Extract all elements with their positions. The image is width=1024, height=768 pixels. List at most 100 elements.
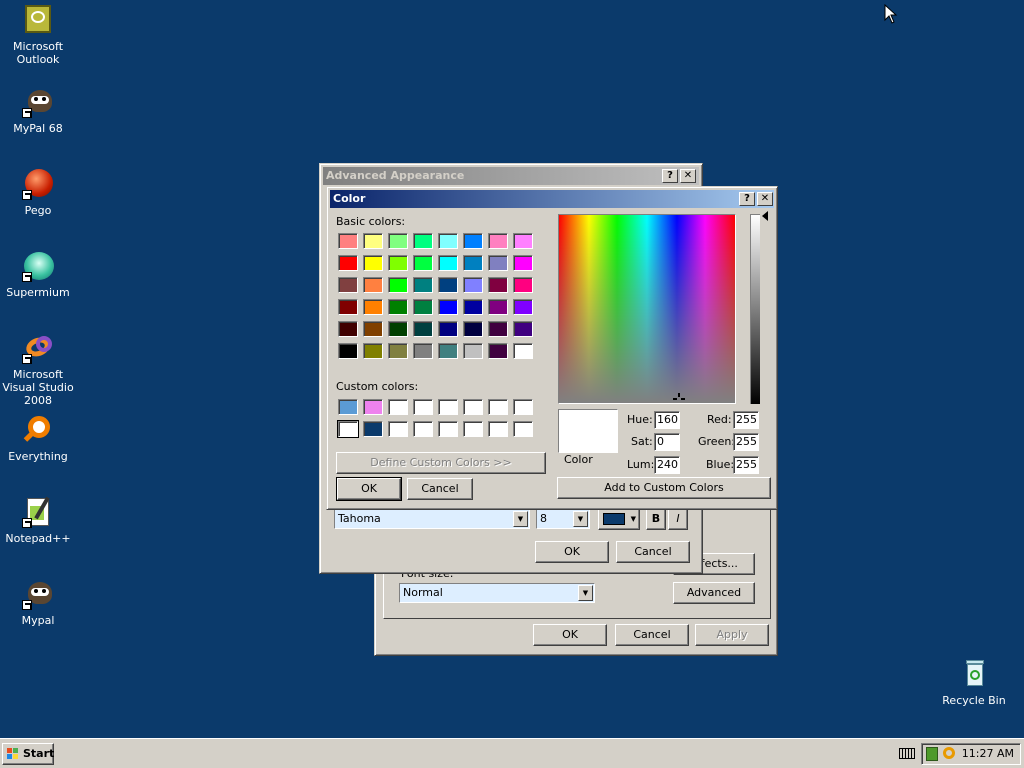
keyboard-icon[interactable] xyxy=(899,748,915,759)
basic-color-swatch[interactable] xyxy=(338,233,358,249)
basic-color-swatch[interactable] xyxy=(413,343,433,359)
desktop-icon-supermium[interactable]: Supermium xyxy=(0,250,76,299)
basic-color-swatch[interactable] xyxy=(488,343,508,359)
basic-color-swatch[interactable] xyxy=(363,255,383,271)
desktop-icon-notepadpp[interactable]: Notepad++ xyxy=(0,496,76,545)
bold-button[interactable]: B xyxy=(646,508,666,530)
desktop-icon-visual-studio[interactable]: Microsoft Visual Studio 2008 xyxy=(0,332,76,407)
apply-button[interactable]: Apply xyxy=(695,624,769,646)
desktop-icon-recycle-bin[interactable]: Recycle Bin xyxy=(936,658,1012,707)
basic-color-swatch[interactable] xyxy=(463,321,483,337)
ok-button[interactable]: OK xyxy=(336,477,402,501)
basic-color-swatch[interactable] xyxy=(488,233,508,249)
custom-color-swatch[interactable] xyxy=(363,421,383,437)
basic-color-swatch[interactable] xyxy=(338,277,358,293)
basic-color-swatch[interactable] xyxy=(513,299,533,315)
basic-color-swatch[interactable] xyxy=(388,277,408,293)
hue-field[interactable]: 160 xyxy=(654,411,680,429)
basic-color-swatch[interactable] xyxy=(438,233,458,249)
help-button[interactable]: ? xyxy=(662,169,678,183)
basic-color-swatch[interactable] xyxy=(438,277,458,293)
basic-color-swatch[interactable] xyxy=(513,233,533,249)
basic-color-swatch[interactable] xyxy=(413,255,433,271)
desktop-icon-mypal68[interactable]: MyPal 68 xyxy=(0,86,76,135)
basic-color-swatch[interactable] xyxy=(513,255,533,271)
desktop-icon-pego[interactable]: Pego xyxy=(0,168,76,217)
custom-color-swatch[interactable] xyxy=(413,421,433,437)
clock[interactable]: 11:27 AM xyxy=(962,747,1014,760)
sat-field[interactable]: 0 xyxy=(654,433,680,451)
basic-color-swatch[interactable] xyxy=(338,255,358,271)
font-color-button[interactable]: ▼ xyxy=(598,508,640,530)
basic-color-swatch[interactable] xyxy=(463,255,483,271)
custom-color-swatch[interactable] xyxy=(513,421,533,437)
close-icon[interactable]: ✕ xyxy=(757,192,773,206)
basic-color-swatch[interactable] xyxy=(413,321,433,337)
start-button[interactable]: Start xyxy=(2,743,54,765)
cancel-button[interactable]: Cancel xyxy=(616,541,690,563)
basic-color-swatch[interactable] xyxy=(488,321,508,337)
search-tray-icon[interactable] xyxy=(943,747,955,759)
basic-color-swatch[interactable] xyxy=(388,255,408,271)
item-font-size-select[interactable]: 8 ▼ xyxy=(536,509,590,529)
ok-button[interactable]: OK xyxy=(533,624,607,646)
font-size-select[interactable]: Normal ▼ xyxy=(399,583,595,603)
custom-color-swatch[interactable] xyxy=(488,421,508,437)
custom-color-swatch[interactable] xyxy=(513,399,533,415)
custom-color-swatch[interactable] xyxy=(388,421,408,437)
custom-color-swatch[interactable] xyxy=(337,420,359,438)
basic-color-swatch[interactable] xyxy=(438,343,458,359)
basic-color-swatch[interactable] xyxy=(463,233,483,249)
basic-color-swatch[interactable] xyxy=(338,343,358,359)
item-font-select[interactable]: Tahoma ▼ xyxy=(334,509,530,529)
basic-color-swatch[interactable] xyxy=(463,343,483,359)
desktop-icon-everything[interactable]: Everything xyxy=(0,414,76,463)
basic-color-swatch[interactable] xyxy=(438,299,458,315)
basic-color-swatch[interactable] xyxy=(488,299,508,315)
basic-color-swatch[interactable] xyxy=(388,299,408,315)
basic-color-swatch[interactable] xyxy=(488,255,508,271)
custom-color-swatch[interactable] xyxy=(438,421,458,437)
network-icon[interactable] xyxy=(926,747,938,761)
help-button[interactable]: ? xyxy=(739,192,755,206)
basic-color-swatch[interactable] xyxy=(363,299,383,315)
basic-color-swatch[interactable] xyxy=(413,299,433,315)
basic-color-swatch[interactable] xyxy=(438,321,458,337)
basic-color-swatch[interactable] xyxy=(338,321,358,337)
custom-color-swatch[interactable] xyxy=(338,399,358,415)
advanced-button[interactable]: Advanced xyxy=(673,582,755,604)
basic-color-swatch[interactable] xyxy=(438,255,458,271)
luminance-arrow-icon[interactable] xyxy=(762,211,768,221)
basic-color-swatch[interactable] xyxy=(513,343,533,359)
add-to-custom-colors-button[interactable]: Add to Custom Colors xyxy=(557,477,771,499)
dropdown-arrow-icon[interactable]: ▼ xyxy=(573,511,588,527)
custom-color-swatch[interactable] xyxy=(363,399,383,415)
basic-color-swatch[interactable] xyxy=(413,277,433,293)
color-spectrum[interactable] xyxy=(558,214,736,404)
basic-color-swatch[interactable] xyxy=(388,343,408,359)
basic-color-swatch[interactable] xyxy=(463,299,483,315)
desktop-icon-mypal[interactable]: Mypal xyxy=(0,578,76,627)
dropdown-arrow-icon[interactable]: ▼ xyxy=(578,585,593,601)
custom-color-swatch[interactable] xyxy=(463,399,483,415)
luminance-bar[interactable] xyxy=(750,214,760,404)
basic-color-swatch[interactable] xyxy=(513,277,533,293)
green-field[interactable]: 255 xyxy=(733,433,759,451)
basic-color-swatch[interactable] xyxy=(388,233,408,249)
define-custom-colors-button[interactable]: Define Custom Colors >> xyxy=(336,452,546,474)
blue-field[interactable]: 255 xyxy=(733,456,759,474)
basic-color-swatch[interactable] xyxy=(363,277,383,293)
ok-button[interactable]: OK xyxy=(535,541,609,563)
custom-color-swatch[interactable] xyxy=(388,399,408,415)
basic-color-swatch[interactable] xyxy=(338,299,358,315)
custom-color-swatch[interactable] xyxy=(463,421,483,437)
cancel-button[interactable]: Cancel xyxy=(615,624,689,646)
cancel-button[interactable]: Cancel xyxy=(407,478,473,500)
desktop-icon-outlook[interactable]: Microsoft Outlook xyxy=(0,4,76,66)
basic-color-swatch[interactable] xyxy=(363,343,383,359)
basic-color-swatch[interactable] xyxy=(513,321,533,337)
red-field[interactable]: 255 xyxy=(733,411,759,429)
lum-field[interactable]: 240 xyxy=(654,456,680,474)
basic-color-swatch[interactable] xyxy=(363,321,383,337)
dropdown-arrow-icon[interactable]: ▼ xyxy=(513,511,528,527)
